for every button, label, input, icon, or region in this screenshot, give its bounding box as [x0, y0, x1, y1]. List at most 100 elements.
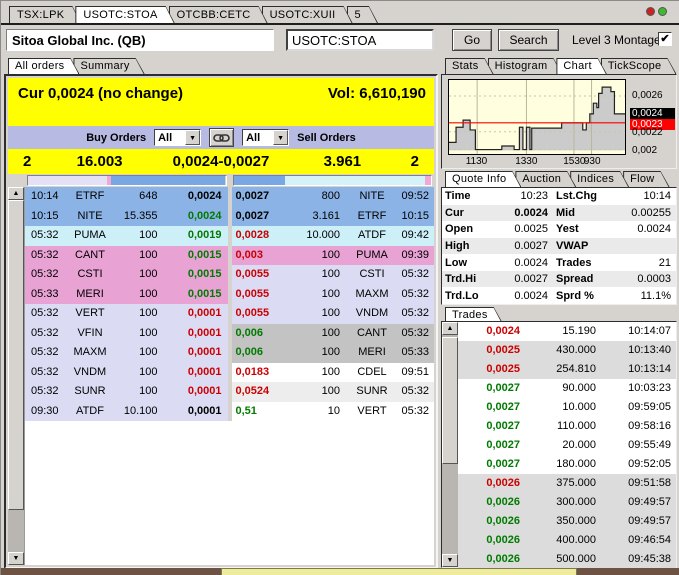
- trade-size: 500.000: [520, 550, 596, 569]
- trade-row[interactable]: 0,002710.00009:59:05: [458, 398, 676, 417]
- chevron-down-icon[interactable]: ▼: [185, 130, 200, 145]
- scroll-thumb[interactable]: [8, 200, 24, 510]
- sell-orders-label: Sell Orders: [297, 132, 356, 144]
- buy-filter-dropdown[interactable]: All ▼: [154, 129, 201, 146]
- trade-size: 110.000: [520, 417, 596, 436]
- trade-row[interactable]: 0,0027180.00009:52:05: [458, 455, 676, 474]
- ask-side: 0,0055100CSTI05:32: [232, 265, 435, 285]
- tab-quote-info[interactable]: Quote Info: [445, 171, 521, 187]
- depth-segment: [285, 176, 425, 185]
- link-filters-button[interactable]: [209, 128, 234, 147]
- tab-usotc-stoa[interactable]: USOTC:STOA: [75, 6, 174, 23]
- quote-label: Yest: [556, 223, 612, 235]
- trade-row[interactable]: 0,0025254.81010:13:14: [458, 360, 676, 379]
- scroll-thumb[interactable]: [442, 337, 458, 464]
- book-row[interactable]: 10:15NITE15.3550,00240,00273.161ETRF10:1…: [25, 207, 434, 227]
- tab-5[interactable]: 5: [347, 6, 378, 23]
- green-dot-icon: [658, 7, 667, 16]
- tab-histogram[interactable]: Histogram: [488, 58, 563, 74]
- horizontal-scrollbar[interactable]: [1, 568, 679, 575]
- trade-row[interactable]: 0,0027110.00009:58:16: [458, 417, 676, 436]
- tab-otcbb-cetc[interactable]: OTCBB:CETC: [169, 6, 268, 23]
- scroll-down-icon[interactable]: ▼: [8, 552, 24, 565]
- scroll-up-icon[interactable]: ▲: [442, 322, 458, 335]
- bbo-summary-row: 2 16.003 0,0024-0,0027 3.961 2: [8, 149, 434, 174]
- sell-filter-dropdown[interactable]: All ▼: [242, 129, 289, 146]
- bid-side: 05:32CSTI1000,0015: [25, 265, 228, 285]
- bid-market-maker: VERT: [65, 304, 115, 324]
- book-row[interactable]: 05:33MERI1000,00150,0055100MAXM05:32: [25, 285, 434, 305]
- book-row[interactable]: 09:30ATDF10.1000,00010,5110VERT05:32: [25, 402, 434, 422]
- trade-time: 09:52:05: [596, 455, 676, 474]
- tab-usotc-xuii[interactable]: USOTC:XUII: [262, 6, 353, 23]
- bid-time: 05:32: [25, 304, 65, 324]
- tab-auction[interactable]: Auction: [515, 171, 576, 187]
- trade-row[interactable]: 0,0025430.00010:13:40: [458, 341, 676, 360]
- bid-size: 100: [115, 285, 170, 305]
- trade-row[interactable]: 0,002790.00010:03:23: [458, 379, 676, 398]
- market-info-panel: StatsHistogramChartTickScope 0,00260,002…: [441, 58, 678, 569]
- bid-price: 0,0001: [170, 402, 228, 422]
- montage-checkbox[interactable]: ✔: [658, 32, 672, 46]
- tab-stats[interactable]: Stats: [445, 58, 494, 74]
- trade-time: 09:49:57: [596, 512, 676, 531]
- scroll-track[interactable]: [8, 200, 24, 552]
- quote-value: 0.0027: [494, 240, 556, 252]
- book-row[interactable]: 05:32CANT1000,00150,003100PUMA09:39: [25, 246, 434, 266]
- tab-tickscope[interactable]: TickScope: [601, 58, 677, 74]
- tab-all-orders[interactable]: All orders: [8, 58, 79, 74]
- bid-market-maker: SUNR: [65, 382, 115, 402]
- trade-time: 09:59:05: [596, 398, 676, 417]
- trades-scrollbar[interactable]: ▲▼: [442, 322, 458, 567]
- order-book-scrollbar[interactable]: ▲▼: [8, 187, 24, 565]
- ask-time: 05:32: [394, 304, 434, 324]
- ask-market-maker: CDEL: [350, 363, 394, 383]
- tab-chart[interactable]: Chart: [556, 58, 606, 74]
- sell-depth-bar: [233, 175, 433, 186]
- scroll-track[interactable]: [442, 335, 458, 554]
- trade-row[interactable]: 0,002720.00009:55:49: [458, 436, 676, 455]
- ask-market-maker: NITE: [350, 187, 394, 207]
- symbol-input[interactable]: [286, 29, 434, 51]
- ask-side: 0,006100CANT05:32: [232, 324, 435, 344]
- book-row[interactable]: 05:32VFIN1000,00010,006100CANT05:32: [25, 324, 434, 344]
- intraday-chart: 0,00260,00240,00230,00220,002 1130133015…: [441, 74, 677, 169]
- book-row[interactable]: 05:32CSTI1000,00150,0055100CSTI05:32: [25, 265, 434, 285]
- book-row[interactable]: 05:32VERT1000,00010,0055100VNDM05:32: [25, 304, 434, 324]
- book-row[interactable]: 10:14ETRF6480,00240,0027800NITE09:52: [25, 187, 434, 207]
- search-button[interactable]: Search: [498, 29, 559, 51]
- trade-row[interactable]: 0,0026400.00009:46:54: [458, 531, 676, 550]
- go-button[interactable]: Go: [452, 29, 492, 51]
- tab-summary[interactable]: Summary: [73, 58, 144, 74]
- bid-side: 10:15NITE15.3550,0024: [25, 207, 228, 227]
- tab-label: Auction: [516, 172, 575, 187]
- book-row[interactable]: 05:32MAXM1000,00010,006100MERI05:33: [25, 343, 434, 363]
- book-row[interactable]: 05:32SUNR1000,00010,0524100SUNR05:32: [25, 382, 434, 402]
- scroll-down-icon[interactable]: ▼: [442, 554, 458, 567]
- quote-info-table: Time10:23Lst.Chg10:14Cur0.0024Mid0.00255…: [441, 187, 677, 305]
- ask-market-maker: ETRF: [350, 207, 394, 227]
- trade-time: 10:13:14: [596, 360, 676, 379]
- trade-row[interactable]: 0,0026375.00009:51:58: [458, 474, 676, 493]
- tab-tsx-lpk[interactable]: TSX:LPK: [9, 6, 81, 23]
- trade-price: 0,0026: [458, 531, 520, 550]
- depth-segment: [28, 176, 107, 185]
- bid-size: 100: [115, 363, 170, 383]
- trade-row[interactable]: 0,0026500.00009:45:38: [458, 550, 676, 569]
- chevron-down-icon[interactable]: ▼: [273, 130, 288, 145]
- trade-row[interactable]: 0,002415.19010:14:07: [458, 322, 676, 341]
- book-row[interactable]: 05:32PUMA1000,00190,002810.000ATDF09:42: [25, 226, 434, 246]
- trade-row[interactable]: 0,0026300.00009:49:57: [458, 493, 676, 512]
- tab-flow[interactable]: Flow: [623, 171, 669, 187]
- horizontal-scrollbar-thumb[interactable]: [221, 568, 577, 575]
- bid-market-maker: VNDM: [65, 363, 115, 383]
- chart-y-tick: 0,0026: [630, 90, 675, 101]
- bid-time: 10:14: [25, 187, 65, 207]
- tab-indices[interactable]: Indices: [570, 171, 629, 187]
- scroll-up-icon[interactable]: ▲: [8, 187, 24, 200]
- ask-size: 100: [292, 363, 351, 383]
- montage-label: Level 3 Montage: [572, 33, 661, 47]
- book-row[interactable]: 05:32VNDM1000,00010,0183100CDEL09:51: [25, 363, 434, 383]
- trade-size: 400.000: [520, 531, 596, 550]
- trade-row[interactable]: 0,0026350.00009:49:57: [458, 512, 676, 531]
